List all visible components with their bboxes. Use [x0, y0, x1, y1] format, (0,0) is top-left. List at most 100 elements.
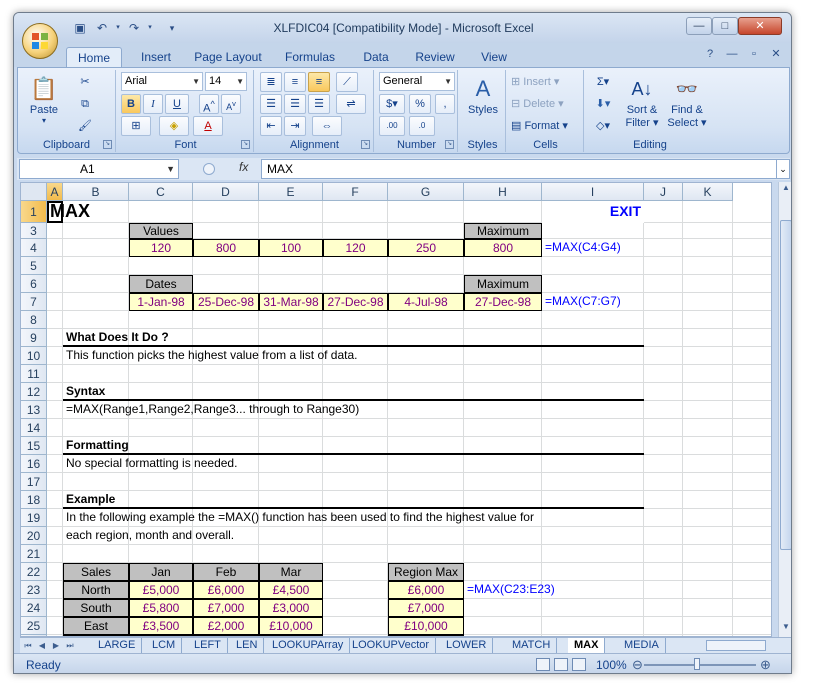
- table-header[interactable]: Feb: [193, 563, 259, 581]
- scroll-up-icon[interactable]: ▲: [780, 183, 791, 195]
- column-header-h[interactable]: H: [464, 183, 542, 201]
- zoom-in-icon[interactable]: ⊕: [760, 657, 771, 673]
- sheet-tab-len[interactable]: LEN: [230, 638, 265, 653]
- increase-indent-icon[interactable]: ⇥: [284, 116, 306, 136]
- value-cell[interactable]: 800: [193, 239, 259, 257]
- align-middle-icon[interactable]: ≡: [284, 72, 306, 92]
- row-header-5[interactable]: 5: [21, 257, 47, 275]
- bold-button[interactable]: B: [121, 94, 141, 114]
- autosum-icon[interactable]: Σ▾: [590, 72, 616, 92]
- column-header-i[interactable]: I: [542, 183, 644, 201]
- percent-icon[interactable]: %: [409, 94, 431, 114]
- tab-insert[interactable]: Insert: [132, 47, 180, 67]
- table-header[interactable]: Mar: [259, 563, 323, 581]
- jan-cell[interactable]: £3,500: [129, 617, 193, 635]
- maximize-button[interactable]: □: [712, 17, 738, 35]
- row-header-24[interactable]: 24: [21, 599, 47, 617]
- column-header-f[interactable]: F: [323, 183, 388, 201]
- row-header-7[interactable]: 7: [21, 293, 47, 311]
- title-cell[interactable]: MAX: [47, 201, 90, 223]
- font-launcher-icon[interactable]: ↘: [241, 140, 250, 149]
- row-header-1[interactable]: 1: [21, 201, 47, 223]
- row-header-12[interactable]: 12: [21, 383, 47, 401]
- scroll-down-icon[interactable]: ▼: [780, 622, 791, 634]
- what-text[interactable]: This function picks the highest value fr…: [63, 347, 357, 365]
- table-header[interactable]: Jan: [129, 563, 193, 581]
- column-header-e[interactable]: E: [259, 183, 323, 201]
- table-header[interactable]: Sales: [63, 563, 129, 581]
- workbook-restore-icon[interactable]: ▫: [746, 46, 762, 62]
- max-formula-note[interactable]: =MAX(C4:G4): [542, 239, 644, 257]
- date-cell[interactable]: 1-Jan-98: [129, 293, 193, 311]
- mar-cell[interactable]: £4,500: [259, 581, 323, 599]
- alignment-launcher-icon[interactable]: ↘: [361, 140, 370, 149]
- row-header-13[interactable]: 13: [21, 401, 47, 419]
- formula-input[interactable]: MAX: [261, 159, 781, 179]
- feb-cell[interactable]: £2,000: [193, 617, 259, 635]
- date-cell[interactable]: 31-Mar-98: [259, 293, 323, 311]
- sort-filter-button[interactable]: A↓ Sort & Filter ▾: [622, 74, 662, 129]
- value-cell[interactable]: 120: [129, 239, 193, 257]
- align-right-icon[interactable]: ☰: [308, 94, 330, 114]
- normal-view-icon[interactable]: [536, 658, 550, 671]
- workbook-close-icon[interactable]: ✕: [768, 46, 784, 62]
- format-painter-icon[interactable]: 🖌: [74, 116, 96, 136]
- region-name-cell[interactable]: South: [63, 599, 129, 617]
- row-header-18[interactable]: 18: [21, 491, 47, 509]
- region-max-header[interactable]: Region Max: [388, 563, 464, 581]
- maximum-date-header[interactable]: Maximum: [464, 275, 542, 293]
- name-box[interactable]: A1 ▼: [19, 159, 179, 179]
- maximum-date-cell[interactable]: 27-Dec-98: [464, 293, 542, 311]
- page-layout-view-icon[interactable]: [554, 658, 568, 671]
- row-header-22[interactable]: 22: [21, 563, 47, 581]
- paste-button[interactable]: 📋 Paste ▾: [24, 74, 64, 125]
- sheet-tab-large[interactable]: LARGE: [92, 638, 143, 653]
- page-break-view-icon[interactable]: [572, 658, 586, 671]
- format-cells-button[interactable]: ▤ Format ▾: [510, 116, 580, 136]
- formatting-text[interactable]: No special formatting is needed.: [63, 455, 237, 473]
- currency-icon[interactable]: $▾: [379, 94, 405, 114]
- row-header-8[interactable]: 8: [21, 311, 47, 329]
- tab-data[interactable]: Data: [354, 47, 398, 67]
- fill-icon[interactable]: ⬇▾: [590, 94, 616, 114]
- increase-decimal-icon[interactable]: .00: [379, 116, 405, 136]
- region-name-cell[interactable]: East: [63, 617, 129, 635]
- sheet-tab-left[interactable]: LEFT: [188, 638, 228, 653]
- merge-center-icon[interactable]: ⇔: [312, 116, 342, 136]
- exit-link[interactable]: EXIT: [542, 201, 644, 223]
- tab-home[interactable]: Home: [66, 47, 122, 67]
- column-header-a[interactable]: A: [47, 183, 63, 201]
- find-select-button[interactable]: 👓 Find & Select ▾: [666, 74, 708, 129]
- tab-formulas[interactable]: Formulas: [278, 47, 342, 67]
- last-sheet-icon[interactable]: ⏭: [64, 639, 76, 653]
- shrink-font-icon[interactable]: Av: [221, 94, 241, 114]
- row-header-4[interactable]: 4: [21, 239, 47, 257]
- row-header-20[interactable]: 20: [21, 527, 47, 545]
- zoom-out-icon[interactable]: ⊖: [632, 657, 643, 673]
- sheet-tab-max[interactable]: MAX: [568, 638, 606, 653]
- first-sheet-icon[interactable]: ⏮: [22, 639, 34, 653]
- insert-cells-button[interactable]: ⊞ Insert ▾: [510, 72, 580, 92]
- date-cell[interactable]: 25-Dec-98: [193, 293, 259, 311]
- tab-page-layout[interactable]: Page Layout: [190, 47, 266, 67]
- workbook-minimize-icon[interactable]: —: [724, 46, 740, 62]
- number-launcher-icon[interactable]: ↘: [445, 140, 454, 149]
- row-header-11[interactable]: 11: [21, 365, 47, 383]
- region-formula-note[interactable]: =MAX(C23:E23): [464, 581, 555, 599]
- row-header-3[interactable]: 3: [21, 223, 47, 239]
- maximum-header[interactable]: Maximum: [464, 223, 542, 239]
- decrease-indent-icon[interactable]: ⇤: [260, 116, 282, 136]
- column-header-c[interactable]: C: [129, 183, 193, 201]
- example-text-2[interactable]: each region, month and overall.: [63, 527, 234, 545]
- values-header[interactable]: Values: [129, 223, 193, 239]
- row-header-6[interactable]: 6: [21, 275, 47, 293]
- sheet-tab-lower[interactable]: LOWER: [440, 638, 494, 653]
- row-header-19[interactable]: 19: [21, 509, 47, 527]
- row-header-9[interactable]: 9: [21, 329, 47, 347]
- sheet-tab-lcm[interactable]: LCM: [146, 638, 183, 653]
- orientation-icon[interactable]: ⟋: [336, 72, 358, 92]
- tab-view[interactable]: View: [472, 47, 516, 67]
- row-header-16[interactable]: 16: [21, 455, 47, 473]
- row-header-14[interactable]: 14: [21, 419, 47, 437]
- sheet-tab-lookuparray[interactable]: LOOKUPArray: [266, 638, 351, 653]
